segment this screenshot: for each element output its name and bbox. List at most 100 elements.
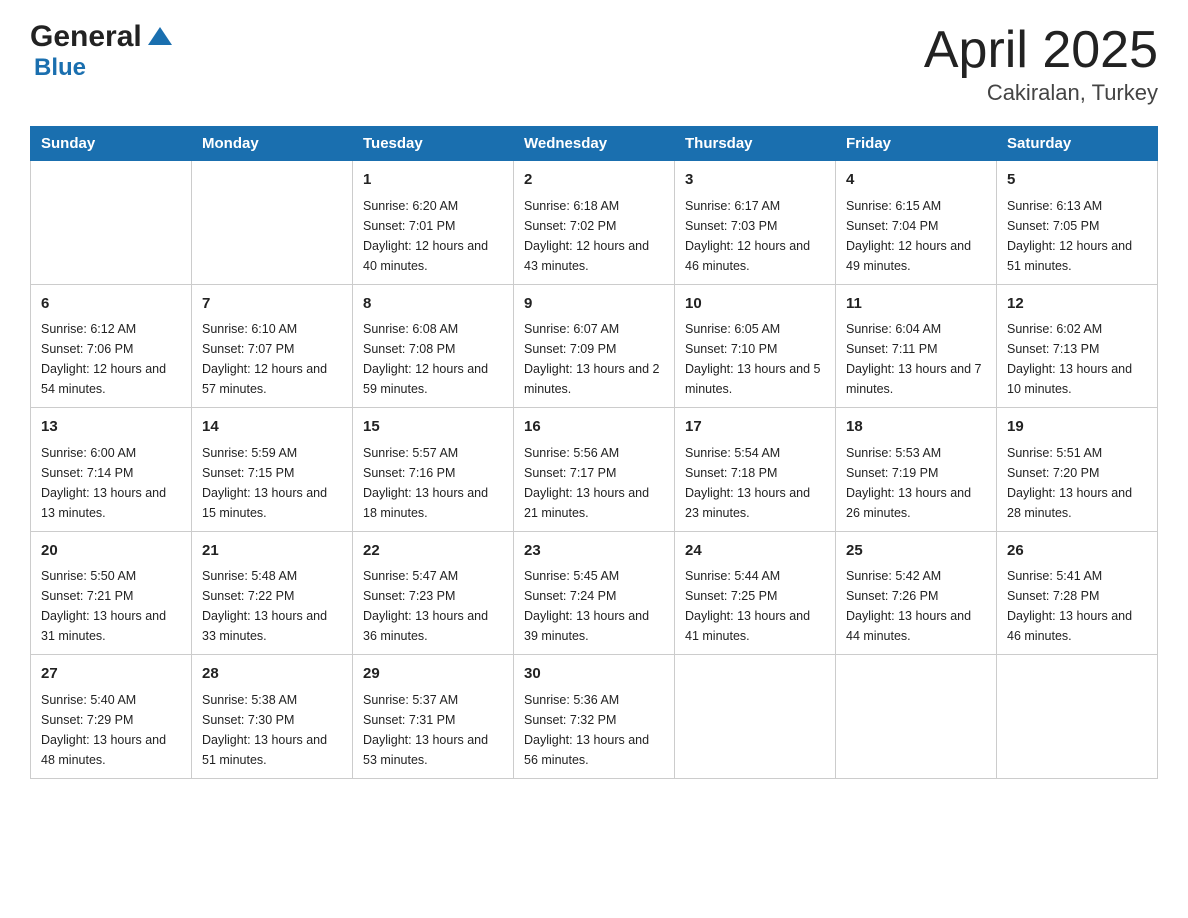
- logo-triangle-icon: [146, 23, 174, 51]
- day-info: Sunrise: 6:12 AMSunset: 7:06 PMDaylight:…: [41, 319, 181, 399]
- table-row: [675, 655, 836, 779]
- table-row: 13 Sunrise: 6:00 AMSunset: 7:14 PMDayligh…: [31, 408, 192, 532]
- table-row: 26Sunrise: 5:41 AMSunset: 7:28 PMDayligh…: [997, 531, 1158, 655]
- table-row: [997, 655, 1158, 779]
- day-info: Sunrise: 5:53 AMSunset: 7:19 PMDaylight:…: [846, 443, 986, 523]
- day-number: 10: [685, 293, 825, 316]
- table-row: [836, 655, 997, 779]
- calendar-subtitle: Cakiralan, Turkey: [924, 80, 1158, 106]
- table-row: 20 Sunrise: 5:50 AMSunset: 7:21 PMDayligh…: [31, 531, 192, 655]
- day-info: Sunrise: 5:47 AMSunset: 7:23 PMDaylight:…: [363, 566, 503, 646]
- calendar-week-2: 6 Sunrise: 6:12 AMSunset: 7:06 PMDaylight…: [31, 284, 1158, 408]
- day-number: 11: [846, 293, 986, 316]
- day-info: Sunrise: 6:13 AMSunset: 7:05 PMDaylight:…: [1007, 196, 1147, 276]
- day-number: 17: [685, 416, 825, 439]
- day-number: 2: [524, 169, 664, 192]
- day-number: 16: [524, 416, 664, 439]
- calendar-week-3: 13 Sunrise: 6:00 AMSunset: 7:14 PMDayligh…: [31, 408, 1158, 532]
- day-info: Sunrise: 6:00 AMSunset: 7:14 PMDaylight:…: [41, 443, 181, 523]
- table-row: 21Sunrise: 5:48 AMSunset: 7:22 PMDayligh…: [192, 531, 353, 655]
- title-section: April 2025 Cakiralan, Turkey: [924, 20, 1158, 106]
- day-number: 23: [524, 540, 664, 563]
- table-row: 24Sunrise: 5:44 AMSunset: 7:25 PMDayligh…: [675, 531, 836, 655]
- day-info: Sunrise: 5:51 AMSunset: 7:20 PMDaylight:…: [1007, 443, 1147, 523]
- day-info: Sunrise: 5:59 AMSunset: 7:15 PMDaylight:…: [202, 443, 342, 523]
- day-number: 3: [685, 169, 825, 192]
- day-number: 5: [1007, 169, 1147, 192]
- col-sunday: Sunday: [31, 127, 192, 161]
- day-number: 27: [41, 663, 181, 686]
- table-row: [192, 161, 353, 285]
- calendar-week-4: 20 Sunrise: 5:50 AMSunset: 7:21 PMDayligh…: [31, 531, 1158, 655]
- day-number: 18: [846, 416, 986, 439]
- calendar-week-1: 1 Sunrise: 6:20 AMSunset: 7:01 PMDaylight…: [31, 161, 1158, 285]
- calendar-title: April 2025: [924, 20, 1158, 80]
- day-number: 21: [202, 540, 342, 563]
- table-row: 8Sunrise: 6:08 AMSunset: 7:08 PMDaylight…: [353, 284, 514, 408]
- table-row: 11 Sunrise: 6:04 AMSunset: 7:11 PMDayligh…: [836, 284, 997, 408]
- table-row: 1 Sunrise: 6:20 AMSunset: 7:01 PMDaylight…: [353, 161, 514, 285]
- logo-general-text: General: [30, 20, 142, 54]
- table-row: 30 Sunrise: 5:36 AMSunset: 7:32 PMDayligh…: [514, 655, 675, 779]
- table-row: 7 Sunrise: 6:10 AMSunset: 7:07 PMDaylight…: [192, 284, 353, 408]
- day-number: 28: [202, 663, 342, 686]
- table-row: 19 Sunrise: 5:51 AMSunset: 7:20 PMDayligh…: [997, 408, 1158, 532]
- table-row: 9 Sunrise: 6:07 AMSunset: 7:09 PMDaylight…: [514, 284, 675, 408]
- day-info: Sunrise: 5:36 AMSunset: 7:32 PMDaylight:…: [524, 690, 664, 770]
- calendar-week-5: 27 Sunrise: 5:40 AMSunset: 7:29 PMDayligh…: [31, 655, 1158, 779]
- day-number: 12: [1007, 293, 1147, 316]
- col-thursday: Thursday: [675, 127, 836, 161]
- day-info: Sunrise: 6:07 AMSunset: 7:09 PMDaylight:…: [524, 319, 664, 399]
- day-info: Sunrise: 6:20 AMSunset: 7:01 PMDaylight:…: [363, 196, 503, 276]
- page-header: General Blue April 2025 Cakiralan, Turke…: [30, 20, 1158, 106]
- day-number: 15: [363, 416, 503, 439]
- col-friday: Friday: [836, 127, 997, 161]
- logo-blue-text: Blue: [30, 54, 86, 81]
- day-number: 26: [1007, 540, 1147, 563]
- table-row: 2Sunrise: 6:18 AMSunset: 7:02 PMDaylight…: [514, 161, 675, 285]
- day-number: 30: [524, 663, 664, 686]
- table-row: 6 Sunrise: 6:12 AMSunset: 7:06 PMDaylight…: [31, 284, 192, 408]
- day-info: Sunrise: 6:08 AMSunset: 7:08 PMDaylight:…: [363, 319, 503, 399]
- col-saturday: Saturday: [997, 127, 1158, 161]
- day-number: 29: [363, 663, 503, 686]
- table-row: 14 Sunrise: 5:59 AMSunset: 7:15 PMDayligh…: [192, 408, 353, 532]
- day-info: Sunrise: 6:17 AMSunset: 7:03 PMDaylight:…: [685, 196, 825, 276]
- day-info: Sunrise: 5:54 AMSunset: 7:18 PMDaylight:…: [685, 443, 825, 523]
- day-number: 1: [363, 169, 503, 192]
- day-info: Sunrise: 5:38 AMSunset: 7:30 PMDaylight:…: [202, 690, 342, 770]
- day-number: 22: [363, 540, 503, 563]
- table-row: [31, 161, 192, 285]
- table-row: 3 Sunrise: 6:17 AMSunset: 7:03 PMDaylight…: [675, 161, 836, 285]
- day-info: Sunrise: 6:05 AMSunset: 7:10 PMDaylight:…: [685, 319, 825, 399]
- day-info: Sunrise: 5:40 AMSunset: 7:29 PMDaylight:…: [41, 690, 181, 770]
- day-number: 20: [41, 540, 181, 563]
- day-number: 6: [41, 293, 181, 316]
- table-row: 17 Sunrise: 5:54 AMSunset: 7:18 PMDayligh…: [675, 408, 836, 532]
- day-info: Sunrise: 6:15 AMSunset: 7:04 PMDaylight:…: [846, 196, 986, 276]
- table-row: 12 Sunrise: 6:02 AMSunset: 7:13 PMDayligh…: [997, 284, 1158, 408]
- table-row: 23 Sunrise: 5:45 AMSunset: 7:24 PMDayligh…: [514, 531, 675, 655]
- day-info: Sunrise: 5:45 AMSunset: 7:24 PMDaylight:…: [524, 566, 664, 646]
- day-info: Sunrise: 5:56 AMSunset: 7:17 PMDaylight:…: [524, 443, 664, 523]
- day-info: Sunrise: 5:50 AMSunset: 7:21 PMDaylight:…: [41, 566, 181, 646]
- day-info: Sunrise: 6:10 AMSunset: 7:07 PMDaylight:…: [202, 319, 342, 399]
- day-info: Sunrise: 6:02 AMSunset: 7:13 PMDaylight:…: [1007, 319, 1147, 399]
- day-number: 14: [202, 416, 342, 439]
- day-info: Sunrise: 6:04 AMSunset: 7:11 PMDaylight:…: [846, 319, 986, 399]
- logo: General Blue: [30, 20, 174, 82]
- day-number: 7: [202, 293, 342, 316]
- day-info: Sunrise: 5:42 AMSunset: 7:26 PMDaylight:…: [846, 566, 986, 646]
- day-info: Sunrise: 5:37 AMSunset: 7:31 PMDaylight:…: [363, 690, 503, 770]
- day-number: 9: [524, 293, 664, 316]
- day-info: Sunrise: 5:57 AMSunset: 7:16 PMDaylight:…: [363, 443, 503, 523]
- day-number: 13: [41, 416, 181, 439]
- col-wednesday: Wednesday: [514, 127, 675, 161]
- table-row: 25Sunrise: 5:42 AMSunset: 7:26 PMDayligh…: [836, 531, 997, 655]
- table-row: 29 Sunrise: 5:37 AMSunset: 7:31 PMDayligh…: [353, 655, 514, 779]
- day-number: 4: [846, 169, 986, 192]
- calendar-header-row: Sunday Monday Tuesday Wednesday Thursday…: [31, 127, 1158, 161]
- day-number: 24: [685, 540, 825, 563]
- table-row: 27 Sunrise: 5:40 AMSunset: 7:29 PMDayligh…: [31, 655, 192, 779]
- day-number: 19: [1007, 416, 1147, 439]
